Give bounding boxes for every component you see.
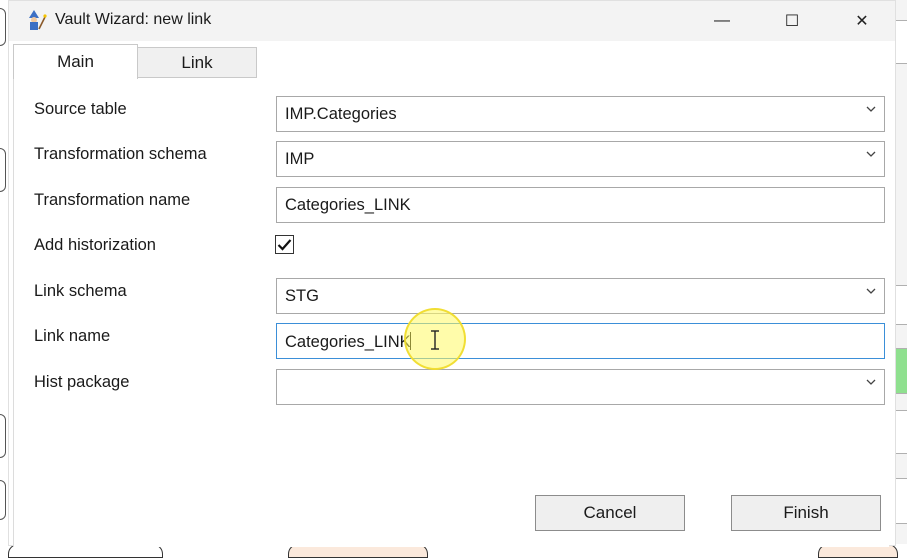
cancel-button[interactable]: Cancel	[535, 495, 685, 531]
link-schema-label: Link schema	[34, 282, 127, 300]
finish-button[interactable]: Finish	[731, 495, 881, 531]
transformation-schema-dropdown[interactable]: IMP	[276, 141, 885, 177]
maximize-button[interactable]: ☐	[769, 1, 815, 41]
tab-link[interactable]: Link	[137, 47, 257, 78]
chevron-down-icon	[866, 379, 876, 385]
minimize-icon: —	[714, 12, 730, 29]
link-name-label: Link name	[34, 327, 111, 345]
maximize-icon: ☐	[784, 13, 800, 30]
source-table-dropdown[interactable]: IMP.Categories	[276, 96, 885, 132]
tab-label: Main	[57, 52, 94, 71]
background-node	[0, 8, 6, 46]
close-icon: ✕	[855, 13, 869, 30]
transformation-schema-value: IMP	[285, 150, 315, 168]
chevron-down-icon	[866, 106, 876, 112]
tab-main[interactable]: Main	[13, 44, 138, 79]
checkmark-icon	[277, 239, 292, 251]
tab-label: Link	[181, 52, 213, 72]
wizard-icon	[29, 10, 47, 30]
transformation-name-label: Transformation name	[34, 191, 191, 209]
source-table-value: IMP.Categories	[285, 105, 397, 123]
chevron-down-icon	[866, 288, 876, 294]
background-node	[0, 480, 6, 520]
background-node	[0, 414, 6, 458]
title-bar[interactable]: Vault Wizard: new link — ☐ ✕	[9, 1, 895, 41]
i-beam-cursor-icon	[431, 330, 439, 350]
minimize-button[interactable]: —	[699, 1, 745, 41]
link-name-value: Categories_LINK	[285, 333, 411, 351]
chevron-down-icon	[866, 151, 876, 157]
link-schema-value: STG	[285, 287, 319, 305]
link-name-input[interactable]: Categories_LINK	[276, 323, 885, 359]
transformation-schema-label: Transformation schema	[34, 145, 207, 163]
close-button[interactable]: ✕	[839, 1, 885, 41]
hist-package-label: Hist package	[34, 373, 130, 391]
background-node	[0, 148, 6, 192]
source-table-label: Source table	[34, 100, 127, 118]
transformation-name-input[interactable]: Categories_LINK	[276, 187, 885, 223]
finish-label: Finish	[783, 503, 829, 522]
background-app-left	[0, 0, 8, 552]
window-title: Vault Wizard: new link	[55, 11, 212, 28]
add-historization-checkbox[interactable]	[275, 235, 294, 254]
add-historization-label: Add historization	[34, 236, 156, 254]
vault-wizard-dialog: Vault Wizard: new link — ☐ ✕ Main Link S…	[8, 0, 896, 547]
hist-package-dropdown[interactable]	[276, 369, 885, 405]
cancel-label: Cancel	[583, 503, 637, 522]
transformation-name-value: Categories_LINK	[285, 196, 411, 214]
link-schema-dropdown[interactable]: STG	[276, 278, 885, 314]
